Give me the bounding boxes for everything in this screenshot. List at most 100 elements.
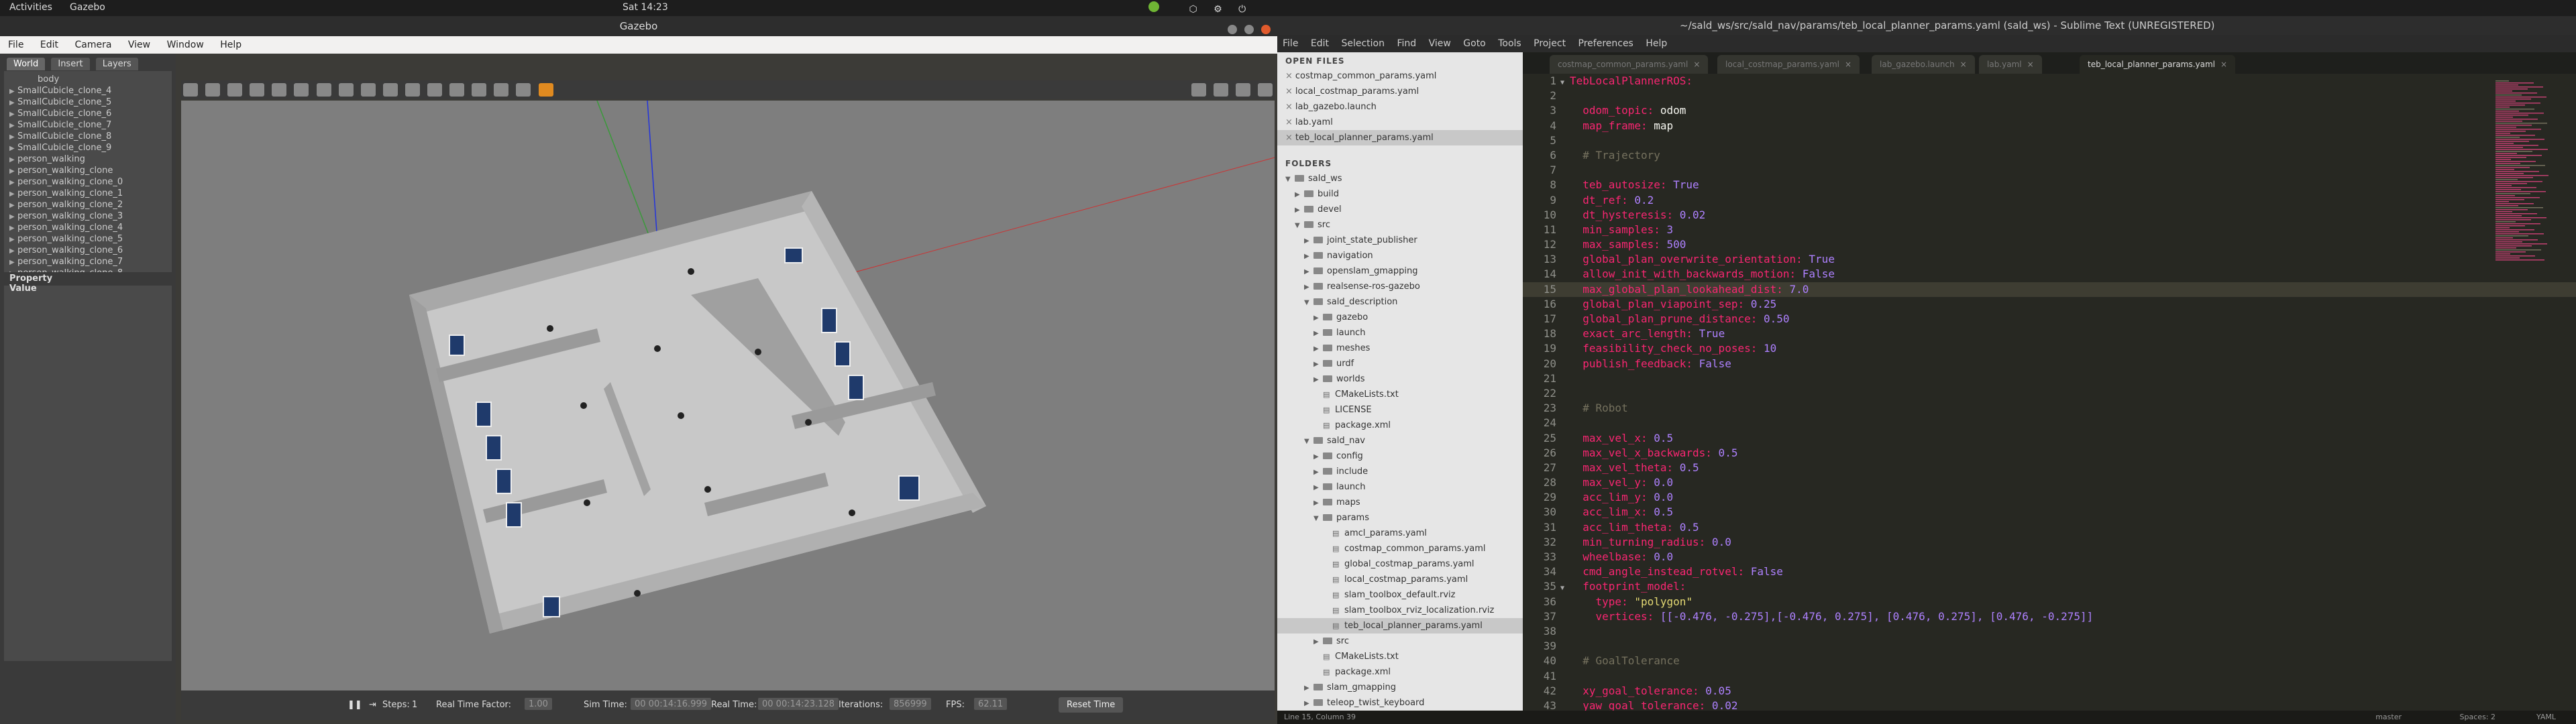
menu-view[interactable]: View (1429, 38, 1451, 49)
collapse-arrow-icon[interactable]: ▼ (1304, 434, 1313, 449)
menu-project[interactable]: Project (1534, 38, 1566, 49)
video-icon[interactable] (1258, 83, 1273, 97)
menu-edit[interactable]: Edit (1311, 38, 1329, 49)
tree-item[interactable]: ▶ SmallCubicle_clone_8 (9, 131, 166, 142)
expand-arrow-icon[interactable]: ▶ (1313, 634, 1323, 650)
folder-tree-item[interactable]: ▶ include (1277, 464, 1523, 479)
app-menu-button[interactable]: Gazebo (70, 2, 105, 13)
code-line[interactable]: 20 publish_feedback: False (1523, 357, 2576, 371)
expand-arrow-icon[interactable]: ▶ (9, 86, 17, 97)
scene-render[interactable] (181, 101, 1275, 690)
expand-arrow-icon[interactable]: ▶ (1313, 326, 1323, 341)
close-file-icon[interactable]: × (1285, 117, 1293, 127)
screenshot-icon[interactable] (1191, 83, 1206, 97)
tree-item[interactable]: ▶ person_walking_clone_0 (9, 176, 166, 188)
tree-item[interactable]: ▶ SmallCubicle_clone_4 (9, 85, 166, 97)
code-line[interactable]: 38 (1523, 624, 2576, 639)
folder-tree-item[interactable]: ▤ LICENSE (1277, 402, 1523, 418)
code-line[interactable]: 17 global_plan_prune_distance: 0.50 (1523, 312, 2576, 326)
folder-tree-item[interactable]: ▶ openslam_gmapping (1277, 263, 1523, 279)
expand-arrow-icon[interactable]: ▶ (9, 234, 17, 245)
editor-tab[interactable]: lab.yaml × (1979, 55, 2042, 74)
folder-tree-item[interactable]: ▼ params (1277, 510, 1523, 526)
tree-item[interactable]: ▶ SmallCubicle_clone_6 (9, 108, 166, 119)
folder-tree-item[interactable]: ▼ sald_nav (1277, 433, 1523, 448)
folder-tree-item[interactable]: ▤ package.xml (1277, 664, 1523, 680)
expand-arrow-icon[interactable]: ▶ (1313, 341, 1323, 357)
code-line[interactable]: 39 (1523, 639, 2576, 654)
maximize-button[interactable] (1244, 25, 1254, 34)
close-tab-icon[interactable]: × (2027, 60, 2034, 69)
code-line[interactable]: 4 map_frame: map (1523, 119, 2576, 133)
menu-help[interactable]: Help (220, 40, 241, 50)
clock[interactable]: Sat 14:23 (623, 2, 668, 13)
menu-camera[interactable]: Camera (74, 40, 111, 50)
close-file-icon[interactable]: × (1285, 133, 1293, 143)
code-line[interactable]: 27 max_vel_theta: 0.5 (1523, 461, 2576, 475)
folder-tree-item[interactable]: ▶ devel (1277, 202, 1523, 217)
folder-tree-item[interactable]: ▤ slam_toolbox_rviz_localization.rviz (1277, 603, 1523, 618)
translate-icon[interactable] (205, 83, 221, 97)
folder-tree-item[interactable]: ▤ costmap_common_params.yaml (1277, 541, 1523, 556)
expand-arrow-icon[interactable]: ▶ (1313, 480, 1323, 495)
expand-arrow-icon[interactable]: ▶ (1304, 280, 1313, 295)
code-line[interactable]: 9 dt_ref: 0.2 (1523, 193, 2576, 208)
spot-light-icon[interactable] (405, 83, 420, 97)
expand-arrow-icon[interactable]: ▶ (9, 97, 17, 109)
open-file-item[interactable]: × lab_gazebo.launch (1277, 99, 1523, 115)
box-icon[interactable] (316, 83, 331, 97)
log-icon[interactable] (1213, 83, 1228, 97)
folder-tree-item[interactable]: ▤ slam_toolbox_default.rviz (1277, 587, 1523, 603)
tree-item[interactable]: ▶ SmallCubicle_clone_5 (9, 97, 166, 108)
power-icon[interactable]: ⏻ (1238, 4, 1246, 15)
tree-item[interactable]: ▶ person_walking_clone_7 (9, 256, 166, 267)
close-tab-icon[interactable]: × (1845, 60, 1851, 69)
expand-arrow-icon[interactable]: ▶ (1313, 372, 1323, 387)
collapse-arrow-icon[interactable]: ▼ (1313, 511, 1323, 526)
expand-arrow-icon[interactable]: ▶ (1304, 233, 1313, 249)
tree-item[interactable]: ▶ SmallCubicle_clone_9 (9, 142, 166, 154)
folder-tree-item[interactable]: ▼ src (1277, 217, 1523, 233)
menu-help[interactable]: Help (1646, 38, 1667, 49)
code-line[interactable]: 30 acc_lim_x: 0.5 (1523, 505, 2576, 520)
code-line[interactable]: 24 (1523, 416, 2576, 430)
update-icon[interactable] (1148, 1, 1159, 12)
expand-arrow-icon[interactable]: ▶ (9, 200, 17, 211)
folder-tree-item[interactable]: ▤ teb_local_planner_params.yaml (1277, 618, 1523, 634)
code-line[interactable]: 35 ▼ footprint_model: (1523, 579, 2576, 594)
property-table[interactable] (4, 286, 172, 661)
folder-tree-item[interactable]: ▶ meshes (1277, 341, 1523, 356)
gazebo-titlebar[interactable]: Gazebo (0, 16, 1277, 36)
expand-arrow-icon[interactable]: ▶ (1313, 449, 1323, 465)
code-line[interactable]: 6 # Trajectory (1523, 148, 2576, 163)
redo-icon[interactable] (294, 83, 309, 97)
folder-tree-item[interactable]: ▤ local_costmap_params.yaml (1277, 572, 1523, 587)
snap-icon[interactable] (516, 83, 531, 97)
syntax[interactable]: YAML (2536, 711, 2556, 724)
menu-selection[interactable]: Selection (1341, 38, 1385, 49)
code-line[interactable]: 21 (1523, 371, 2576, 386)
menu-view[interactable]: View (128, 40, 150, 50)
folder-tree-item[interactable]: ▤ global_costmap_params.yaml (1277, 556, 1523, 572)
folder-tree-item[interactable]: ▤ amcl_params.yaml (1277, 526, 1523, 541)
code-line[interactable]: 36 type: "polygon" (1523, 595, 2576, 609)
tab-world[interactable]: World (7, 58, 46, 70)
collapse-arrow-icon[interactable]: ▼ (1295, 218, 1304, 233)
expand-arrow-icon[interactable]: ▶ (1304, 249, 1313, 264)
expand-arrow-icon[interactable]: ▶ (9, 143, 17, 154)
world-tree[interactable]: body ▶ SmallCubicle_clone_4 ▶ SmallCubicle_c… (4, 71, 172, 272)
menu-edit[interactable]: Edit (40, 40, 58, 50)
collapse-arrow-icon[interactable]: ▼ (1304, 295, 1313, 310)
menu-file[interactable]: File (8, 40, 23, 50)
folder-tree-item[interactable]: ▶ realsense-ros-gazebo (1277, 279, 1523, 294)
folder-tree-item[interactable]: ▶ src (1277, 634, 1523, 649)
menu-preferences[interactable]: Preferences (1578, 38, 1633, 49)
code-editor[interactable]: 1 ▼ TebLocalPlannerROS: 2 3 odom_topic: odom… (1523, 74, 2576, 717)
code-line[interactable]: 31 acc_lim_theta: 0.5 (1523, 520, 2576, 535)
code-line[interactable]: 42 xy_goal_tolerance: 0.05 (1523, 684, 2576, 699)
folder-tree-item[interactable]: ▤ CMakeLists.txt (1277, 387, 1523, 402)
folder-tree-item[interactable]: ▶ teleop_twist_keyboard (1277, 695, 1523, 711)
code-line[interactable]: 10 dt_hysteresis: 0.02 (1523, 208, 2576, 223)
tree-item[interactable]: ▶ person_walking_clone_1 (9, 188, 166, 199)
code-line[interactable]: 22 (1523, 386, 2576, 401)
